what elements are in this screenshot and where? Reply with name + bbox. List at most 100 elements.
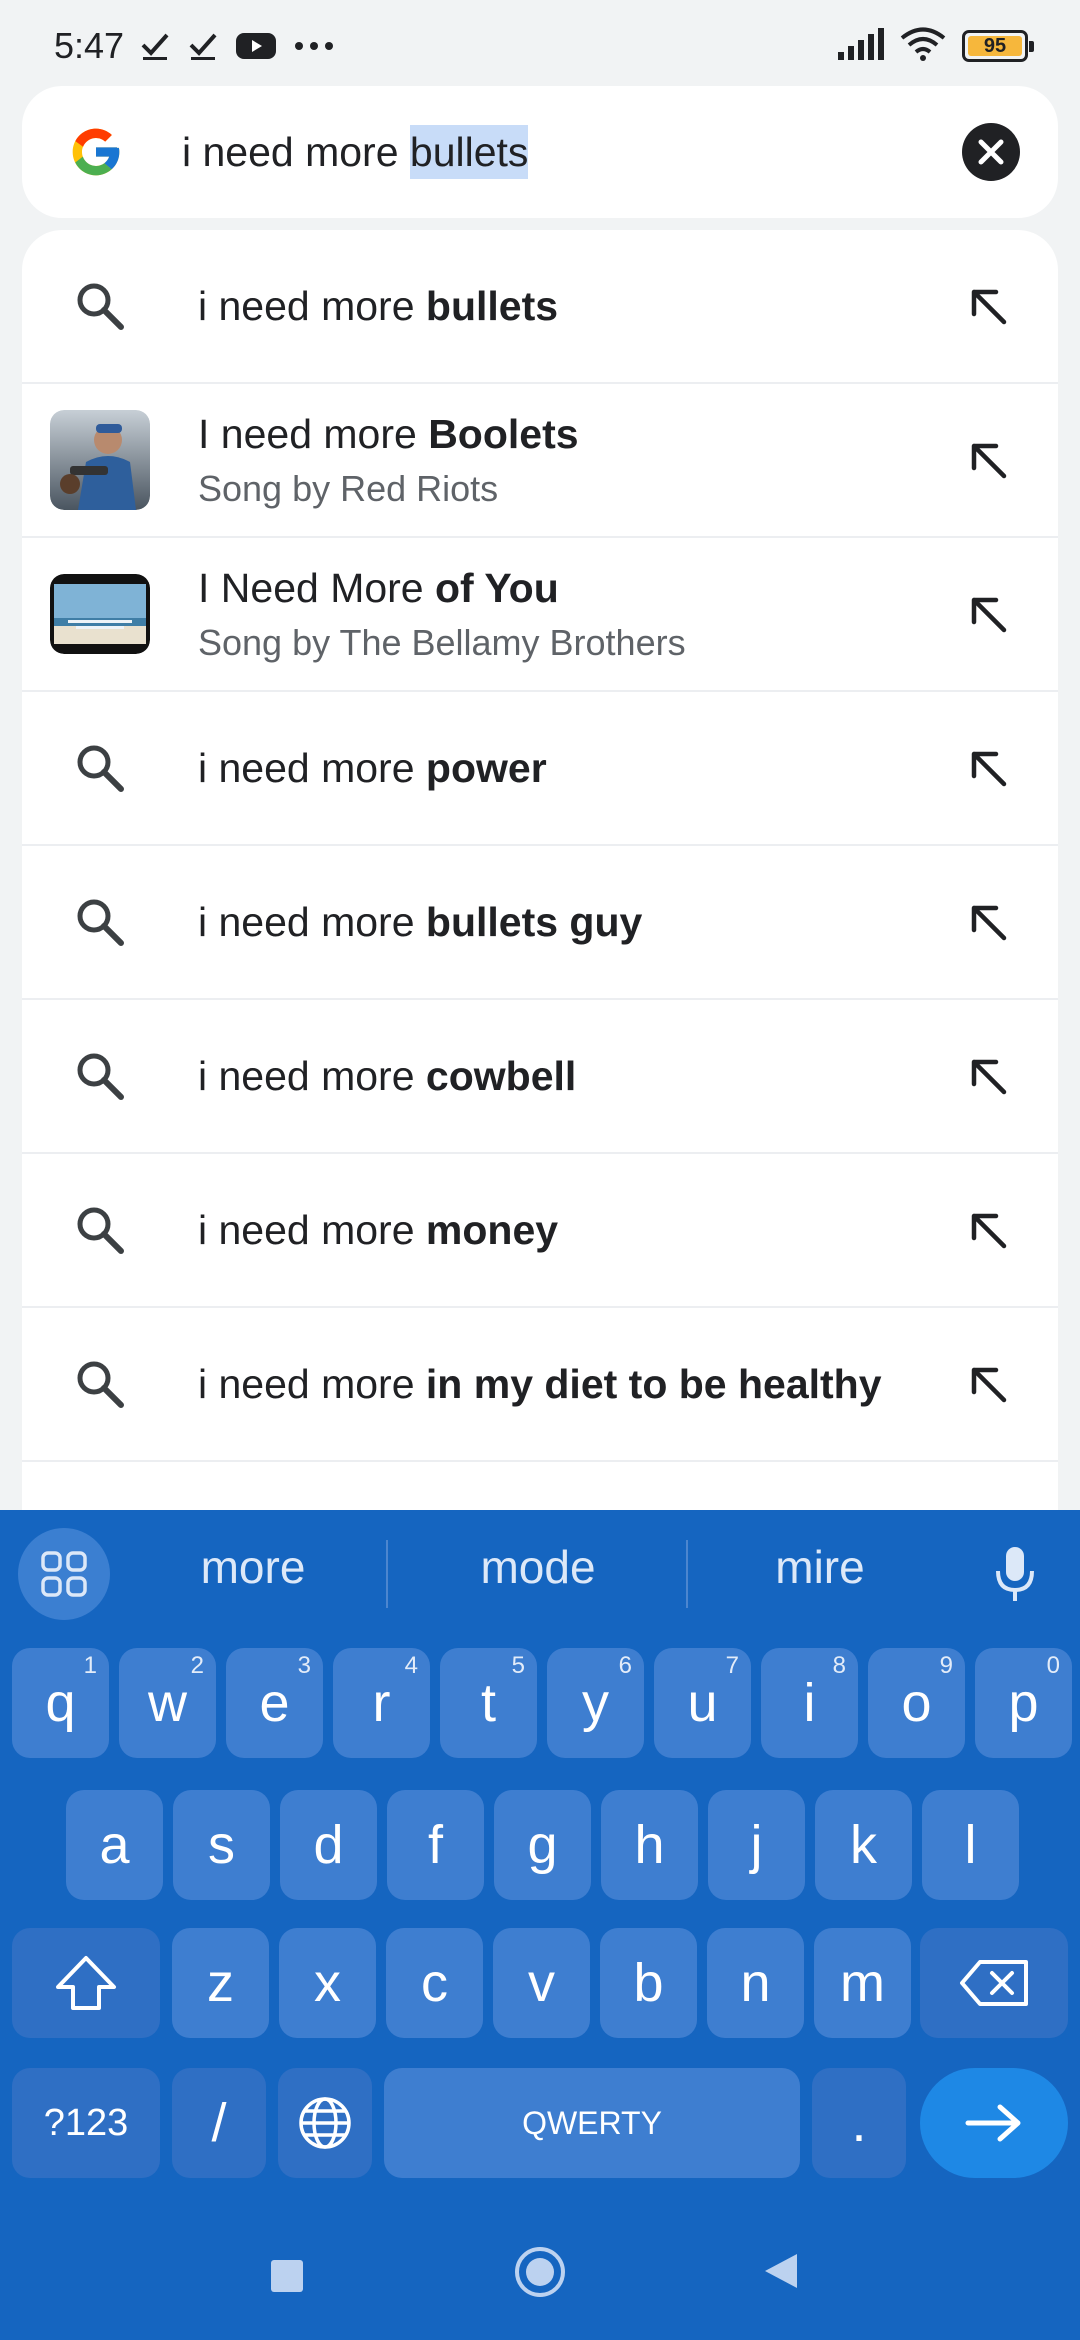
- key-label: s: [208, 1815, 235, 1875]
- key-l[interactable]: l: [922, 1790, 1019, 1900]
- suggestion-row[interactable]: i need more bullets guy: [22, 846, 1058, 1000]
- mic-button[interactable]: [990, 1542, 1040, 1606]
- key-f[interactable]: f: [387, 1790, 484, 1900]
- suggestion-row[interactable]: I need more Boolets Song by Red Riots: [22, 384, 1058, 538]
- key-q[interactable]: q1: [12, 1648, 109, 1758]
- key-b[interactable]: b: [600, 1928, 697, 2038]
- grid-icon: [41, 1551, 87, 1597]
- fill-query-arrow-icon[interactable]: [958, 738, 1018, 798]
- key-g[interactable]: g: [494, 1790, 591, 1900]
- fill-query-arrow-icon[interactable]: [958, 1354, 1018, 1414]
- key-hint: 3: [297, 1652, 311, 1679]
- song-thumbnail: [50, 574, 150, 654]
- suggestion-row[interactable]: I Need More of You Song by The Bellamy B…: [22, 538, 1058, 692]
- suggestion-row[interactable]: i need more in my diet to be healthy: [22, 1308, 1058, 1462]
- key-a[interactable]: a: [66, 1790, 163, 1900]
- home-circle-icon: [515, 2247, 565, 2297]
- key-x[interactable]: x: [279, 1928, 376, 2038]
- key-hint: 0: [1046, 1652, 1060, 1679]
- key-n[interactable]: n: [707, 1928, 804, 2038]
- fill-query-arrow-icon[interactable]: [958, 430, 1018, 490]
- search-input[interactable]: i need more bullets: [182, 124, 962, 179]
- suggestion-text: i need more power: [198, 744, 547, 791]
- home-button[interactable]: [512, 2244, 568, 2300]
- suggestion-row[interactable]: i need more power: [22, 692, 1058, 846]
- search-bar[interactable]: i need more bullets: [22, 86, 1058, 218]
- suggestion-row[interactable]: i need more money: [22, 1154, 1058, 1308]
- search-icon: [50, 1334, 150, 1434]
- status-time: 5:47: [54, 25, 125, 66]
- enter-key[interactable]: [920, 2068, 1068, 2178]
- key-o[interactable]: o9: [868, 1648, 965, 1758]
- key-label: h: [634, 1815, 665, 1875]
- language-key[interactable]: [278, 2068, 372, 2178]
- key-slash[interactable]: /: [172, 2068, 266, 2178]
- key-u[interactable]: u7: [654, 1648, 751, 1758]
- key-z[interactable]: z: [172, 1928, 269, 2038]
- recents-button[interactable]: [270, 2250, 304, 2302]
- check-icon: [188, 31, 218, 61]
- key-h[interactable]: h: [601, 1790, 698, 1900]
- key-p[interactable]: p0: [975, 1648, 1072, 1758]
- key-label: /: [211, 2093, 227, 2153]
- key-d[interactable]: d: [280, 1790, 377, 1900]
- keyboard-suggestion-3[interactable]: mire: [700, 1540, 940, 1594]
- fill-query-arrow-icon[interactable]: [958, 584, 1018, 644]
- key-period[interactable]: .: [812, 2068, 906, 2178]
- fill-query-arrow-icon[interactable]: [958, 1046, 1018, 1106]
- symbols-key[interactable]: ?123: [12, 2068, 160, 2178]
- keyboard-suggestion-1[interactable]: more: [130, 1540, 376, 1594]
- battery-level: 95: [983, 34, 1007, 57]
- key-k[interactable]: k: [815, 1790, 912, 1900]
- divider: [686, 1540, 688, 1608]
- suggestions-list: i need more bullets I need more Boolets …: [22, 230, 1058, 1510]
- key-label: t: [480, 1673, 496, 1733]
- backspace-key[interactable]: [920, 1928, 1068, 2038]
- clear-button[interactable]: [962, 123, 1020, 181]
- shift-key[interactable]: [12, 1928, 160, 2038]
- song-thumbnail: [50, 410, 150, 510]
- key-y[interactable]: y6: [547, 1648, 644, 1758]
- wifi-icon: [900, 27, 946, 66]
- search-icon: [50, 718, 150, 818]
- check-icon: [140, 31, 170, 61]
- key-label: i: [803, 1673, 816, 1733]
- key-label: w: [148, 1673, 187, 1733]
- microphone-icon: [996, 1547, 1034, 1601]
- suggestion-row[interactable]: i need more bullets: [22, 230, 1058, 384]
- search-icon: [50, 872, 150, 972]
- suggestion-text: I Need More of You: [198, 564, 559, 611]
- youtube-icon: [236, 31, 277, 61]
- space-key[interactable]: QWERTY: [384, 2068, 800, 2178]
- key-label: p: [1008, 1673, 1039, 1733]
- key-v[interactable]: v: [493, 1928, 590, 2038]
- key-c[interactable]: c: [386, 1928, 483, 2038]
- suggestion-text: i need more bullets guy: [198, 898, 643, 945]
- suggestion-text: I need more Boolets: [198, 410, 579, 457]
- key-r[interactable]: r4: [333, 1648, 430, 1758]
- fill-query-arrow-icon[interactable]: [958, 276, 1018, 336]
- key-e[interactable]: e3: [226, 1648, 323, 1758]
- key-w[interactable]: w2: [119, 1648, 216, 1758]
- key-j[interactable]: j: [708, 1790, 805, 1900]
- key-label: k: [850, 1815, 877, 1875]
- key-hint: 1: [83, 1652, 97, 1679]
- key-s[interactable]: s: [173, 1790, 270, 1900]
- key-hint: 2: [190, 1652, 204, 1679]
- globe-icon: [299, 2097, 351, 2149]
- fill-query-arrow-icon[interactable]: [958, 1200, 1018, 1260]
- key-label: l: [964, 1815, 977, 1875]
- signal-icon: [836, 27, 884, 65]
- suggestion-row[interactable]: i need more cowbell: [22, 1000, 1058, 1154]
- apps-grid-button[interactable]: [18, 1528, 110, 1620]
- key-i[interactable]: i8: [761, 1648, 858, 1758]
- key-label: j: [750, 1815, 763, 1875]
- back-button[interactable]: [758, 2248, 804, 2294]
- keyboard-suggestion-2[interactable]: mode: [410, 1540, 666, 1594]
- key-label: m: [840, 1953, 885, 2013]
- fill-query-arrow-icon[interactable]: [958, 892, 1018, 952]
- key-m[interactable]: m: [814, 1928, 911, 2038]
- key-label: d: [313, 1815, 344, 1875]
- more-dots-icon: [294, 41, 334, 51]
- key-t[interactable]: t5: [440, 1648, 537, 1758]
